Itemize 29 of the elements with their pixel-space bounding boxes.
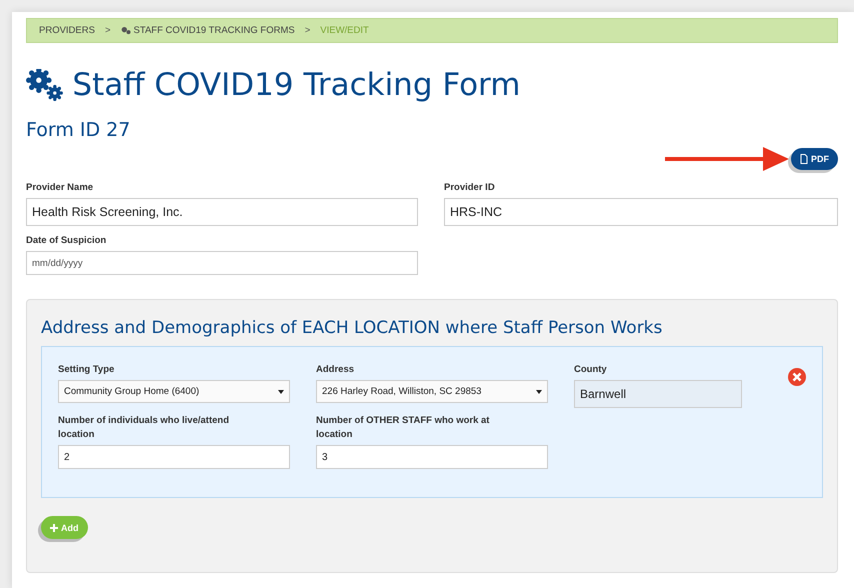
select-field[interactable]: 226 Harley Road, Williston, SC 29853 — [316, 380, 548, 403]
field-label: Setting Type — [58, 363, 116, 377]
form-id: Form ID 27 — [26, 119, 132, 141]
field-label: County — [574, 363, 608, 377]
county-field: Barnwell — [574, 380, 742, 408]
input-field[interactable]: 3 — [316, 445, 548, 469]
field-label: Address — [316, 363, 356, 377]
field-label: Provider ID — [444, 181, 496, 195]
breadcrumb-separator: > — [104, 25, 111, 36]
input-field[interactable]: Health Risk Screening, Inc. — [26, 198, 418, 226]
breadcrumb-link[interactable]: STAFF COVID19 TRACKING FORMS — [120, 25, 295, 36]
breadcrumb-separator: > — [304, 25, 310, 36]
section-title: Address and Demographics of EACH LOCATION where Staff Person Works — [41, 318, 664, 338]
field-label: Provider Name — [26, 181, 94, 195]
field-label: Number of individuals who live/attend location — [58, 414, 230, 442]
field-label: Number of OTHER STAFF who work at location — [316, 414, 490, 442]
field-label: Date of Suspicion — [26, 234, 108, 248]
caret-icon — [536, 390, 542, 394]
page-title: Staff COVID19 Tracking Form — [72, 67, 520, 103]
select-field[interactable]: Community Group Home (6400) — [58, 380, 290, 403]
input-field[interactable]: 2 — [58, 445, 290, 469]
breadcrumb-link[interactable]: PROVIDERS — [39, 25, 95, 36]
pdf-icon — [800, 154, 808, 164]
caret-icon — [278, 390, 284, 394]
pdf-button[interactable]: PDF — [791, 148, 838, 170]
date-field[interactable]: mm/dd/yyyy — [26, 251, 418, 275]
input-field[interactable]: HRS-INC — [444, 198, 838, 226]
plus-icon — [50, 524, 58, 532]
remove-icon[interactable] — [788, 368, 806, 386]
